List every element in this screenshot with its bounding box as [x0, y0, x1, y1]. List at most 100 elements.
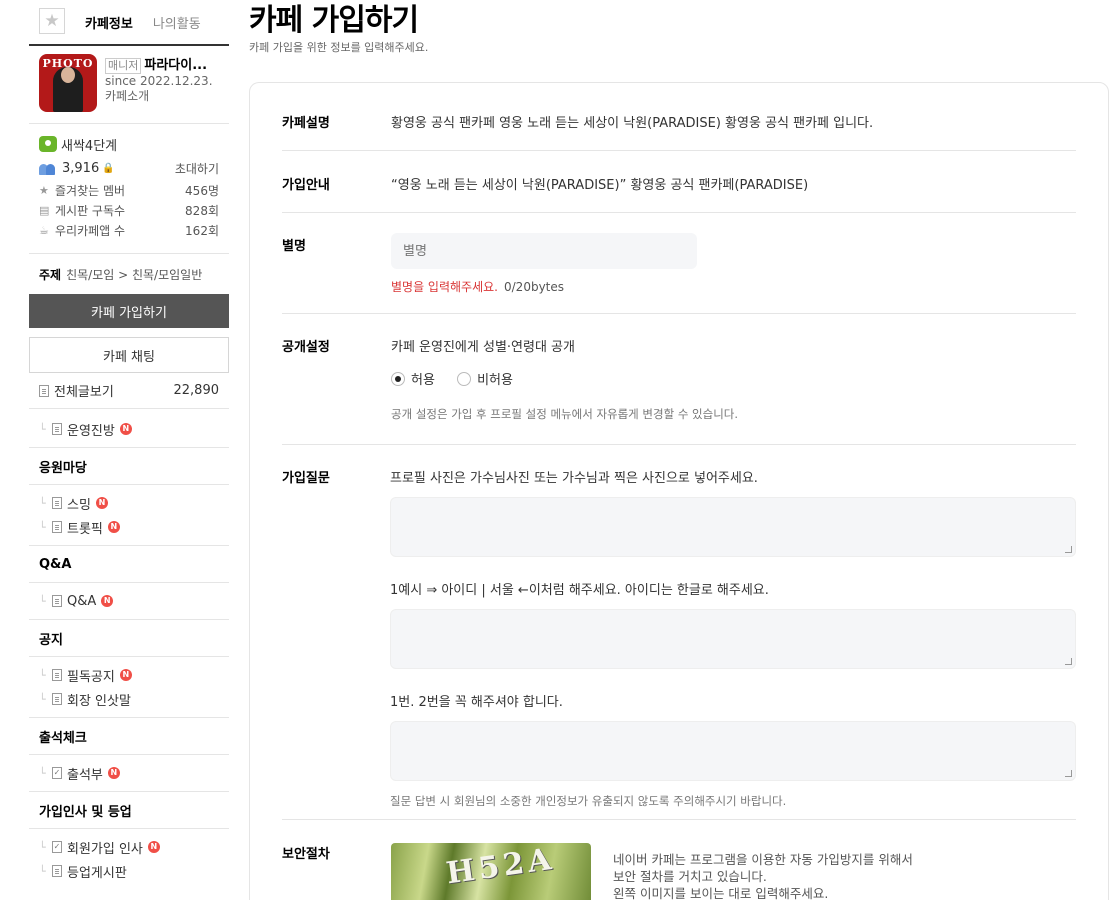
- tree-branch-icon: └: [39, 496, 46, 510]
- row-privacy: 공개설정 카페 운영진에게 성별·연령대 공개 허용 비허용 공개 설정은 가입…: [282, 314, 1076, 445]
- menu-item-label[interactable]: 회원가입 인사: [67, 838, 143, 857]
- captcha-desc-line: 왼쪽 이미지를 보이는 대로 입력해주세요.: [613, 886, 829, 900]
- row-label: 보안절차: [282, 847, 330, 862]
- rss-icon: ▤: [39, 203, 50, 217]
- menu-item-label[interactable]: 등업게시판: [67, 862, 127, 881]
- join-form-card: 카페설명 황영웅 공식 팬카페 영웅 노래 듣는 세상이 낙원(PARADISE…: [249, 82, 1109, 900]
- list-item[interactable]: └ 트롯픽 N: [29, 515, 229, 539]
- join-cafe-button[interactable]: 카페 가입하기: [29, 294, 229, 328]
- manager-badge: 매니저: [105, 58, 142, 74]
- nickname-byte-count: 0/20bytes: [504, 280, 565, 294]
- cafe-topic: 주제 친목/모임 > 친목/모임일반: [29, 254, 229, 294]
- list-item[interactable]: └ ✓ 출석부 N: [29, 761, 229, 785]
- all-posts-menu[interactable]: 전체글보기 22,890: [29, 373, 229, 409]
- topic-label: 주제: [39, 267, 62, 282]
- cafe-thumbnail[interactable]: PHOTO: [39, 54, 97, 112]
- board-icon: [52, 693, 62, 705]
- question-2: 1예시 ⇒ 아이디 | 서울 ←이처럼 해주세요. 아이디는 한글로 해주세요.: [390, 583, 769, 598]
- row-join-questions: 가입질문 프로필 사진은 가수님사진 또는 가수님과 찍은 사진으로 넣어주세요…: [282, 445, 1076, 820]
- list-item[interactable]: └ 필독공지 N: [29, 663, 229, 687]
- list-item[interactable]: └ 운영진방 N: [29, 417, 229, 441]
- favorite-star-icon[interactable]: ★: [39, 8, 65, 34]
- menu-item-label[interactable]: 트롯픽: [67, 518, 103, 537]
- nickname-error: 별명을 입력해주세요.: [391, 280, 498, 294]
- checkbox-board-icon: ✓: [52, 767, 62, 779]
- new-badge: N: [107, 767, 120, 779]
- tree-branch-icon: └: [39, 692, 46, 706]
- tree-branch-icon: └: [39, 594, 46, 608]
- members-icon: [39, 162, 57, 175]
- row-join-guide: 가입안내 “영웅 노래 듣는 세상이 낙원(PARADISE)” 황영웅 공식 …: [282, 151, 1076, 213]
- radio-deny-label[interactable]: 비허용: [477, 373, 513, 388]
- menu-group: 공지 └ 필독공지 N └ 회장 인삿말: [29, 619, 229, 717]
- topic-value[interactable]: 친목/모임 > 친목/모임일반: [66, 266, 202, 283]
- radio-allow[interactable]: [391, 372, 405, 386]
- menu-group: 가입인사 및 등업 └ ✓ 회원가입 인사 N └ 등업게시판: [29, 791, 229, 889]
- tree-branch-icon: └: [39, 422, 46, 436]
- group-title: 응원마당: [29, 448, 229, 485]
- board-icon: [52, 595, 62, 607]
- list-item[interactable]: └ 스밍 N: [29, 491, 229, 515]
- menu-item-label[interactable]: 출석부: [67, 764, 103, 783]
- cafe-intro-link[interactable]: 카페소개: [105, 89, 213, 104]
- board-icon: [52, 423, 62, 435]
- question-3: 1번. 2번을 꼭 해주셔야 합니다.: [390, 695, 563, 710]
- cafe-level[interactable]: 새싹4단계: [61, 135, 117, 154]
- menu-item-label[interactable]: Q&A: [67, 594, 96, 609]
- menu-item-label[interactable]: 필독공지: [67, 666, 115, 685]
- captcha-description: 네이버 카페는 프로그램을 이용한 자동 가입방지를 위해서 보안 절차를 거치…: [613, 851, 913, 900]
- menu-item-label[interactable]: 스밍: [67, 494, 91, 513]
- all-posts-label[interactable]: 전체글보기: [54, 381, 114, 400]
- cafe-name[interactable]: 파라다이...: [144, 58, 207, 73]
- list-item[interactable]: └ ✓ 회원가입 인사 N: [29, 835, 229, 859]
- join-guide-text: “영웅 노래 듣는 세상이 낙원(PARADISE)” 황영웅 공식 팬카페(P…: [391, 178, 809, 193]
- tree-branch-icon: └: [39, 766, 46, 780]
- menu-group: 출석체크 └ ✓ 출석부 N: [29, 717, 229, 791]
- cafe-stats: 새싹4단계 3,916 🔒 초대하기 ★ 즐겨찾는 멤버 456명 ▤ 게시판 구독수…: [29, 124, 229, 254]
- page-title: 카페 가입하기: [249, 3, 419, 38]
- row-label: 별명: [282, 239, 306, 254]
- board-icon: [52, 669, 62, 681]
- tree-branch-icon: └: [39, 520, 46, 534]
- tree-branch-icon: └: [39, 668, 46, 682]
- group-title: Q&A: [29, 546, 229, 583]
- menu-item-label[interactable]: 회장 인삿말: [67, 690, 131, 709]
- sidebar: ★ 카페정보 나의활동 PHOTO 매니저 파라다이... since 2022.…: [29, 0, 229, 900]
- tab-cafe-info[interactable]: 카페정보: [85, 13, 133, 32]
- sidebar-tabs: ★ 카페정보 나의활동: [29, 0, 229, 46]
- cafe-description-text: 황영웅 공식 팬카페 영웅 노래 듣는 세상이 낙원(PARADISE) 황영웅…: [391, 116, 874, 131]
- cup-icon: ☕: [39, 223, 49, 237]
- row-nickname: 별명 별명을 입력해주세요. 0/20bytes: [282, 213, 1076, 314]
- menu-group: Q&A └ Q&A N: [29, 545, 229, 619]
- menu-group: 응원마당 └ 스밍 N └ 트롯픽 N: [29, 447, 229, 545]
- board-icon: [52, 497, 62, 509]
- list-item[interactable]: └ 등업게시판: [29, 859, 229, 883]
- tab-my-activity[interactable]: 나의활동: [153, 13, 201, 32]
- row-label: 가입질문: [282, 471, 330, 486]
- answer-3-textarea[interactable]: [390, 721, 1076, 781]
- radio-deny[interactable]: [457, 372, 472, 386]
- main-content: 카페 가입하기 카페 가입을 위한 정보를 입력해주세요. 카페설명 황영웅 공…: [249, 0, 1114, 900]
- radio-allow-label[interactable]: 허용: [411, 373, 435, 388]
- nickname-input[interactable]: [391, 233, 697, 269]
- tree-branch-icon: └: [39, 864, 46, 878]
- stat-label: 게시판 구독수: [55, 203, 126, 218]
- profile-info: 매니저 파라다이... since 2022.12.23. 카페소개: [105, 54, 213, 123]
- list-item[interactable]: └ 회장 인삿말: [29, 687, 229, 711]
- new-badge: N: [147, 841, 160, 853]
- group-title: 가입인사 및 등업: [29, 792, 229, 829]
- page-subtitle: 카페 가입을 위한 정보를 입력해주세요.: [249, 41, 429, 54]
- stat-label: 즐겨찾는 멤버: [55, 183, 126, 198]
- checkbox-board-icon: ✓: [52, 841, 62, 853]
- admin-menu: └ 운영진방 N: [29, 409, 229, 447]
- invite-link[interactable]: 초대하기: [175, 160, 219, 177]
- new-badge: N: [101, 595, 114, 607]
- answer-2-textarea[interactable]: [390, 609, 1076, 669]
- menu-item-label[interactable]: 운영진방: [67, 420, 115, 439]
- answer-1-textarea[interactable]: [390, 497, 1076, 557]
- list-item[interactable]: └ Q&A N: [29, 589, 229, 613]
- stat-label: 우리카페앱 수: [55, 223, 126, 238]
- member-count[interactable]: 3,916: [62, 161, 99, 176]
- cafe-chat-button[interactable]: 카페 채팅: [29, 337, 229, 373]
- captcha-text: H52A: [444, 843, 558, 892]
